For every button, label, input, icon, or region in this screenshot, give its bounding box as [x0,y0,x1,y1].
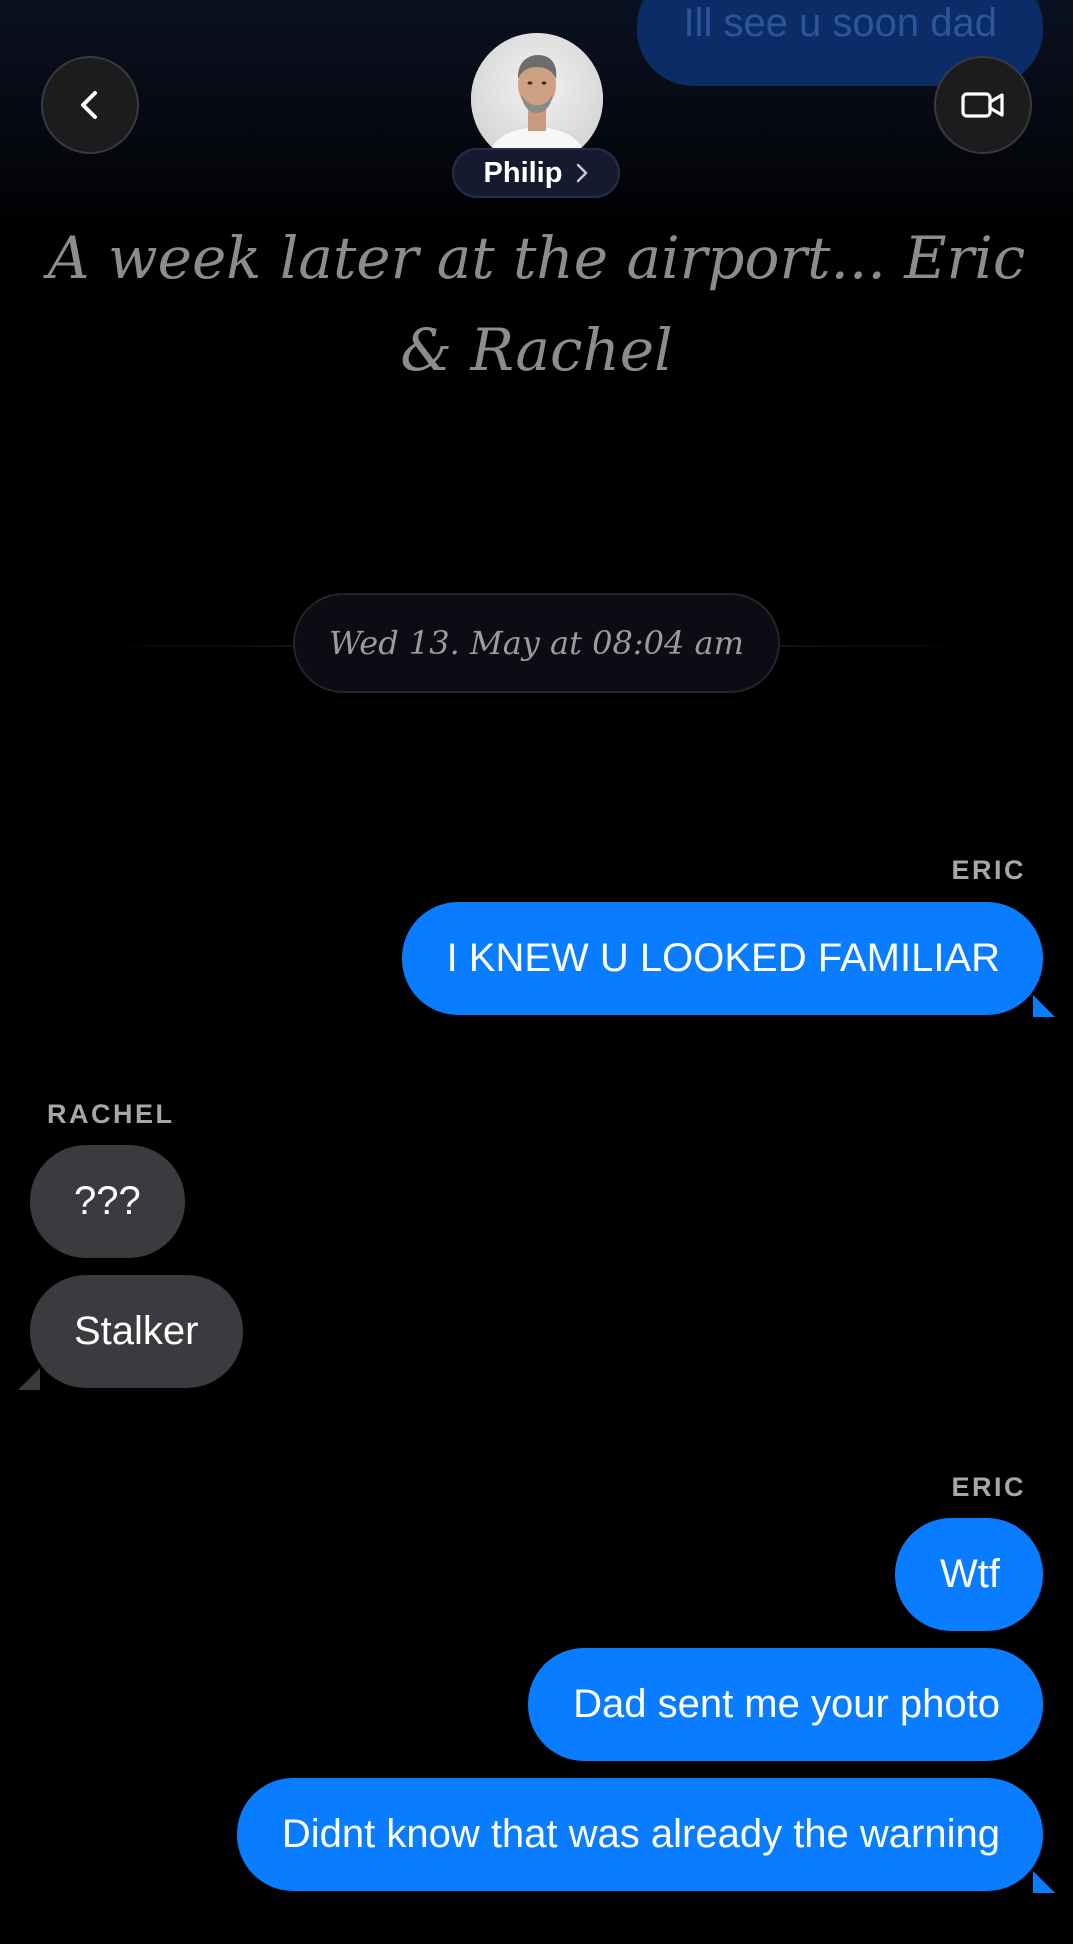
sender-label-eric: ERIC [951,1472,1026,1502]
message-bubble-outgoing[interactable]: Wtf [895,1518,1043,1631]
sender-label-rachel: RACHEL [47,1099,175,1129]
bubble-tail [18,1368,40,1390]
message-text: I KNEW U LOOKED FAMILIAR [446,936,1000,980]
back-button[interactable] [41,56,139,154]
avatar-portrait [471,33,603,165]
bubble-tail [1033,995,1055,1017]
message-text: ??? [74,1179,141,1223]
previous-message-text: Ill see u soon dad [683,1,997,45]
message-bubble-outgoing[interactable]: I KNEW U LOOKED FAMILIAR [401,902,1055,1017]
timestamp-text: Wed 13. May at 08:04 am [329,624,744,662]
message-bubble-outgoing[interactable]: Didnt know that was already the warning [236,1778,1055,1893]
timestamp-pill: Wed 13. May at 08:04 am [293,593,780,693]
chevron-left-icon [81,91,97,119]
video-camera-icon [961,92,1004,118]
message-bubble-outgoing[interactable]: Dad sent me your photo [528,1648,1043,1761]
message-bubble-incoming[interactable]: Stalker [18,1275,243,1390]
scene-title: A week later at the airport... Eric & Ra… [47,224,1026,384]
message-bubble-incoming[interactable]: ??? [30,1145,185,1258]
message-text: Dad sent me your photo [573,1682,1000,1726]
contact-name: Philip [483,156,563,189]
message-text: Stalker [74,1309,199,1353]
bubble-tail [1033,1871,1055,1893]
chevron-right-icon [577,163,588,183]
video-call-button[interactable] [934,56,1032,154]
contact-avatar[interactable] [471,33,603,165]
message-text: Didnt know that was already the warning [281,1812,1000,1856]
sender-label-eric: ERIC [951,855,1026,885]
contact-name-pill[interactable]: Philip [452,148,620,198]
message-text: Wtf [940,1552,1000,1596]
